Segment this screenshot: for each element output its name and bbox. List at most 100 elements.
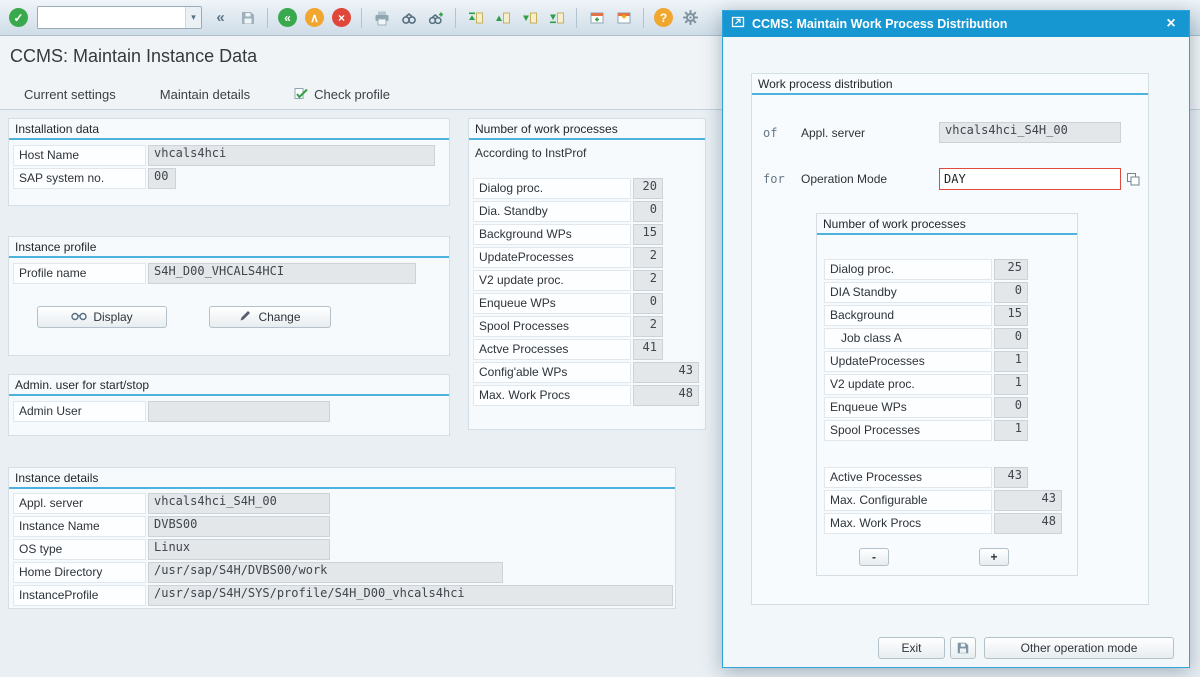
- wp-label: UpdateProcesses: [824, 351, 992, 372]
- exit-button[interactable]: Exit: [878, 637, 945, 659]
- group-rule: [817, 233, 1077, 235]
- page-up-icon[interactable]: [490, 5, 515, 30]
- dialog-title: CCMS: Maintain Work Process Distribution: [752, 17, 1154, 31]
- wp-row: V2 update proc. 1: [824, 374, 1077, 395]
- form-row: Appl. server vhcals4hci_S4H_00: [13, 493, 675, 514]
- operation-mode-label: Operation Mode: [801, 172, 939, 186]
- of-prefix: of: [763, 126, 801, 140]
- dialog-wp-group: Number of work processes Dialog proc. 25…: [816, 213, 1078, 576]
- wp-value: 1: [994, 351, 1028, 372]
- wp-label: Max. Work Procs: [473, 385, 631, 406]
- dialog-titlebar[interactable]: CCMS: Maintain Work Process Distribution…: [723, 11, 1189, 37]
- wp-value: 20: [633, 178, 663, 199]
- wp-row: Spool Processes 2: [473, 316, 705, 337]
- wp-row: Actve Processes 41: [473, 339, 705, 360]
- first-page-icon[interactable]: [463, 5, 488, 30]
- find-next-icon[interactable]: [423, 5, 448, 30]
- back-icon[interactable]: «: [278, 8, 297, 27]
- group-title: Instance profile: [9, 237, 449, 256]
- wp-value: 48: [994, 513, 1062, 534]
- form-row: Profile name S4H_D00_VHCALS4HCI: [13, 263, 449, 284]
- group-title: Installation data: [9, 119, 449, 138]
- toolbar-separator: [267, 8, 268, 28]
- print-icon[interactable]: [369, 5, 394, 30]
- page-title: CCMS: Maintain Instance Data: [10, 46, 257, 67]
- dialog-save-icon[interactable]: [950, 637, 976, 659]
- wp-row: Max. Work Procs 48: [473, 385, 705, 406]
- wp-row: Enqueue WPs 0: [473, 293, 705, 314]
- os-type-label: OS type: [13, 539, 146, 560]
- close-icon[interactable]: ×: [1161, 15, 1181, 33]
- help-icon[interactable]: ?: [654, 8, 673, 27]
- exit-icon[interactable]: ∧: [305, 8, 324, 27]
- create-shortcut-icon[interactable]: [611, 5, 636, 30]
- wp-value: 48: [633, 385, 699, 406]
- last-page-icon[interactable]: [544, 5, 569, 30]
- installation-data-group: Installation data Host Name vhcals4hci S…: [8, 118, 450, 206]
- wp-label: Dia. Standby: [473, 201, 631, 222]
- host-name-label: Host Name: [13, 145, 146, 166]
- maintain-details-label: Maintain details: [160, 87, 250, 102]
- matchcode-icon[interactable]: [1124, 170, 1142, 188]
- increase-button[interactable]: +: [979, 548, 1009, 566]
- dialog-appl-server-field: vhcals4hci_S4H_00: [939, 122, 1121, 143]
- form-row: Home Directory /usr/sap/S4H/DVBS00/work: [13, 562, 675, 583]
- check-profile-icon: [294, 86, 308, 103]
- page-down-icon[interactable]: [517, 5, 542, 30]
- operation-mode-input[interactable]: [939, 168, 1121, 190]
- wp-row: Background 15: [824, 305, 1077, 326]
- chevron-down-icon[interactable]: ▾: [185, 7, 201, 28]
- wp-label: Actve Processes: [473, 339, 631, 360]
- wp-label: Job class A: [824, 328, 992, 349]
- toolbar-separator: [455, 8, 456, 28]
- maintain-wp-distribution-dialog: CCMS: Maintain Work Process Distribution…: [722, 10, 1190, 668]
- wp-label: Enqueue WPs: [824, 397, 992, 418]
- wp-row: Dialog proc. 20: [473, 178, 705, 199]
- wp-value: 1: [994, 420, 1028, 441]
- find-icon[interactable]: [396, 5, 421, 30]
- wp-row: DIA Standby 0: [824, 282, 1077, 303]
- wp-total-row: Max. Configurable 43: [824, 490, 1077, 511]
- wp-value: 43: [994, 490, 1062, 511]
- admin-user-label: Admin User: [13, 401, 146, 422]
- wp-label: Active Processes: [824, 467, 992, 488]
- check-profile-button[interactable]: Check profile: [294, 86, 390, 103]
- wp-total-row: Active Processes 43: [824, 467, 1077, 488]
- dialog-icon: [731, 15, 745, 34]
- form-row: SAP system no. 00: [13, 168, 449, 189]
- command-input[interactable]: [38, 7, 185, 28]
- maintain-details-button[interactable]: Maintain details: [160, 87, 250, 102]
- wp-row: Enqueue WPs 0: [824, 397, 1077, 418]
- instance-profile-field: /usr/sap/S4H/SYS/profile/S4H_D00_vhcals4…: [148, 585, 673, 606]
- admin-user-group: Admin. user for start/stop Admin User: [8, 374, 450, 436]
- wp-value: 43: [994, 467, 1028, 488]
- cancel-icon[interactable]: ×: [332, 8, 351, 27]
- current-settings-button[interactable]: Current settings: [24, 87, 116, 102]
- other-operation-mode-button[interactable]: Other operation mode: [984, 637, 1174, 659]
- change-button[interactable]: Change: [209, 306, 331, 328]
- display-button[interactable]: Display: [37, 306, 167, 328]
- toolbar-separator: [361, 8, 362, 28]
- decrease-button[interactable]: -: [859, 548, 889, 566]
- new-session-icon[interactable]: [584, 5, 609, 30]
- wp-value: 15: [633, 224, 663, 245]
- enter-icon[interactable]: ✓: [9, 8, 28, 27]
- group-rule: [752, 93, 1148, 95]
- instance-details-group: Instance details Appl. server vhcals4hci…: [8, 467, 676, 609]
- wp-row: Spool Processes 1: [824, 420, 1077, 441]
- pencil-icon: [239, 309, 252, 325]
- wp-label: Config'able WPs: [473, 362, 631, 383]
- form-row: OS type Linux: [13, 539, 675, 560]
- wp-value: 25: [994, 259, 1028, 280]
- host-name-field: vhcals4hci: [148, 145, 435, 166]
- wp-label: Spool Processes: [473, 316, 631, 337]
- save-icon[interactable]: [235, 5, 260, 30]
- wp-value: 41: [633, 339, 663, 360]
- collapse-command-icon[interactable]: «: [208, 5, 233, 30]
- command-field[interactable]: ▾: [37, 6, 202, 29]
- wp-value: 0: [633, 293, 663, 314]
- instance-name-field: DVBS00: [148, 516, 330, 537]
- display-button-label: Display: [93, 310, 132, 324]
- admin-user-field: [148, 401, 330, 422]
- customize-icon[interactable]: [678, 5, 703, 30]
